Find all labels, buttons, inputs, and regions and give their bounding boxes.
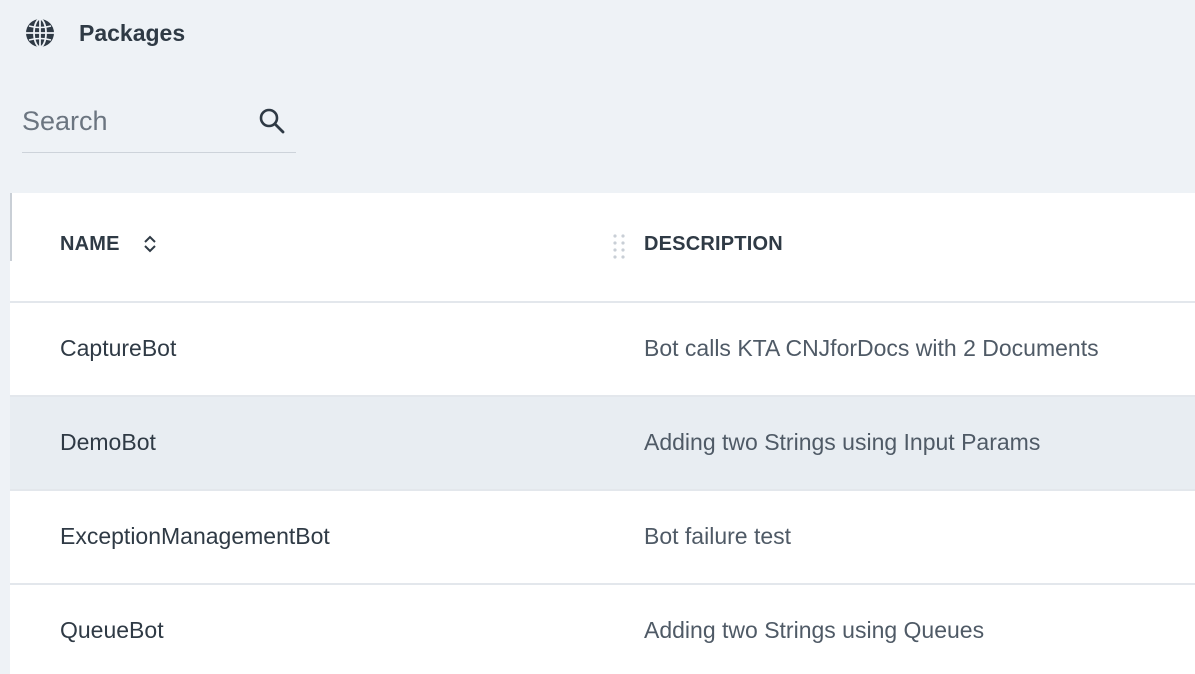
sort-icon[interactable] [142,234,158,254]
table-row[interactable]: DemoBot Adding two Strings using Input P… [10,397,1195,491]
search-icon[interactable] [257,106,287,136]
search-box [22,96,296,153]
packages-table: NAME DESCRIPTION CaptureBot Bot calls KT… [10,193,1195,674]
page-title: Packages [79,20,186,46]
table-row[interactable]: QueueBot Adding two Strings using Queues [10,585,1195,674]
page-header: Packages [0,0,1195,68]
search-input[interactable] [22,100,242,142]
package-name: QueueBot [60,617,164,643]
column-header-description: DESCRIPTION [644,233,783,255]
package-description: Bot failure test [644,523,792,549]
column-header-name[interactable]: NAME [60,233,120,256]
package-description: Bot calls KTA CNJforDocs with 2 Document… [644,335,1099,361]
table-row[interactable]: ExceptionManagementBot Bot failure test [10,491,1195,585]
package-name: ExceptionManagementBot [60,523,330,549]
package-description: Adding two Strings using Input Params [644,429,1041,455]
package-name: CaptureBot [60,335,177,361]
package-name: DemoBot [60,429,156,455]
table-header-row: NAME DESCRIPTION [10,193,1195,303]
table-row[interactable]: CaptureBot Bot calls KTA CNJforDocs with… [10,303,1195,397]
table-left-divider [10,193,12,261]
packages-page: Packages NAME D [0,0,1195,674]
column-resize-handle[interactable] [610,231,628,261]
globe-icon [26,18,54,48]
package-description: Adding two Strings using Queues [644,617,985,643]
